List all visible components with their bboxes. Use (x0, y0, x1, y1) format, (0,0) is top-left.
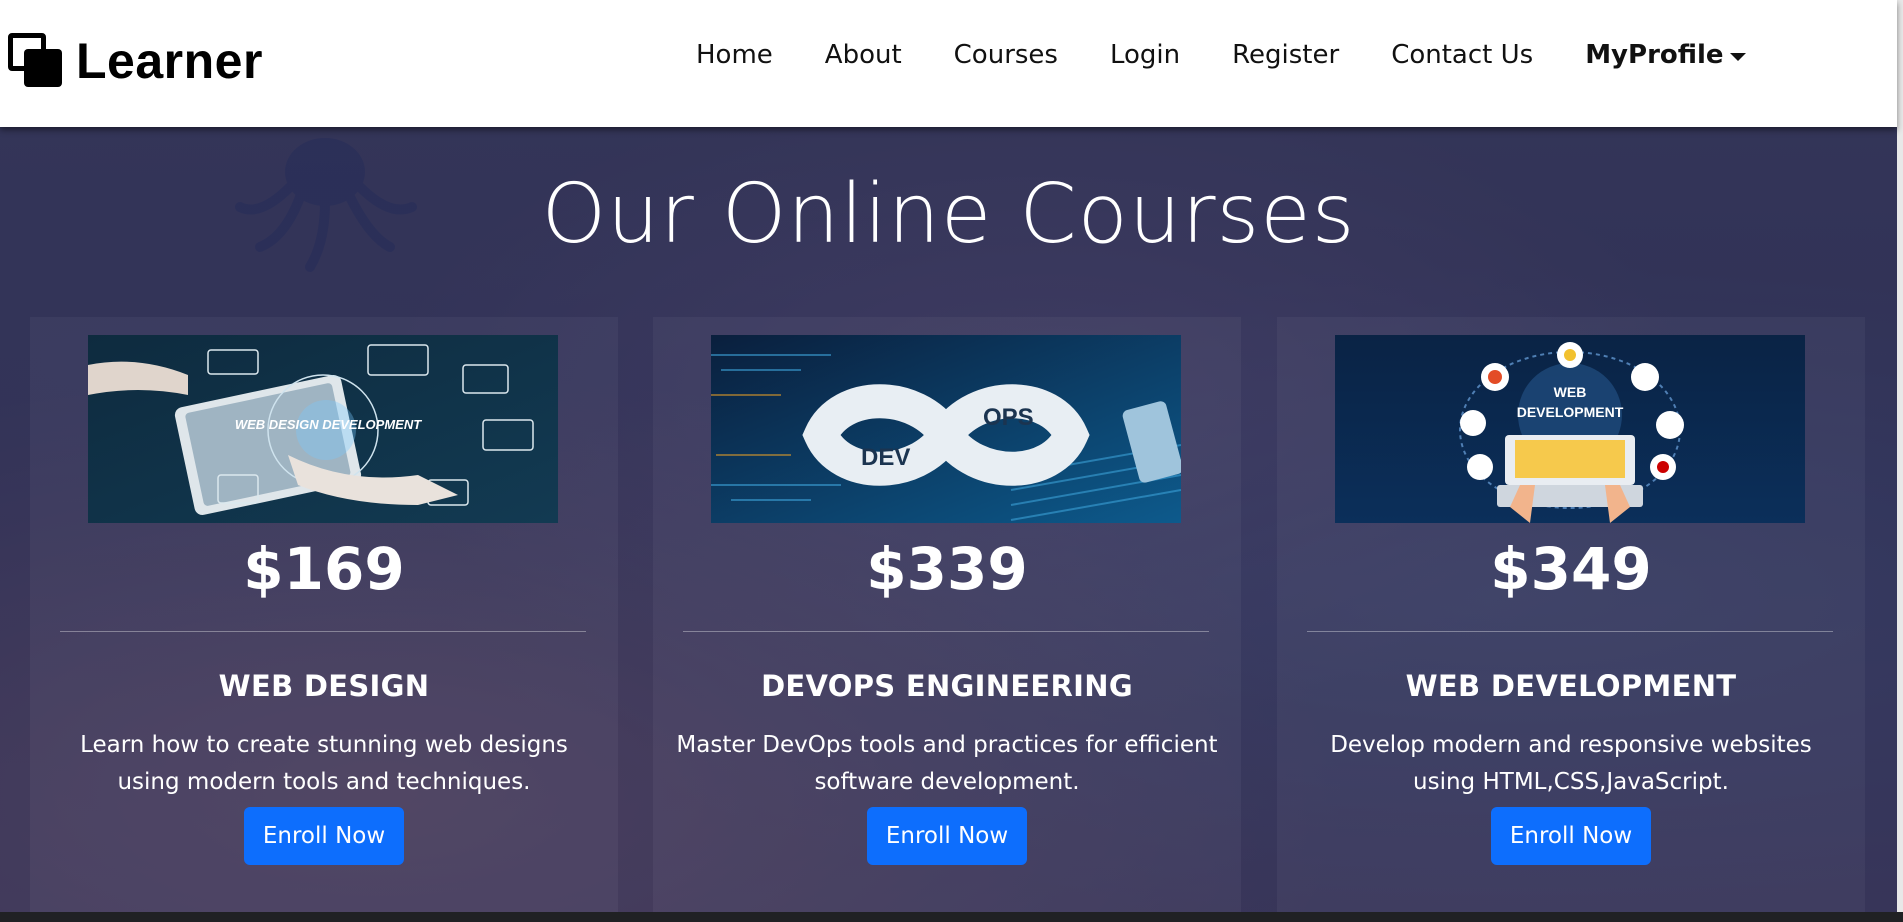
brand-name: Learner (76, 33, 263, 89)
course-title: DEVOPS ENGINEERING (761, 669, 1133, 703)
courses-hero: Our Online Courses WEB DESIGN DEVELOPMEN… (0, 127, 1897, 912)
my-profile-label: MyProfile (1585, 40, 1724, 70)
nav-link-courses[interactable]: Courses (954, 40, 1058, 70)
enroll-now-button[interactable]: Enroll Now (867, 807, 1027, 865)
nav-links: Home About Courses Login Register Contac… (660, 40, 1746, 70)
devops-image-text-right: OPS (983, 404, 1034, 431)
overlapping-squares-icon (8, 33, 64, 89)
nav-link-register[interactable]: Register (1232, 40, 1339, 70)
nav-link-contact-us[interactable]: Contact Us (1391, 40, 1533, 70)
enroll-now-button[interactable]: Enroll Now (244, 807, 404, 865)
window-edge (1897, 0, 1903, 912)
divider (1307, 631, 1833, 632)
course-description: Learn how to create stunning web designs… (80, 732, 568, 795)
navbar: Learner Home About Courses Login Registe… (0, 0, 1897, 127)
webdev-image-text-line2: DEVELOPMENT (1517, 404, 1624, 420)
course-price: $169 (243, 535, 405, 603)
brand-link[interactable]: Learner (8, 32, 263, 90)
course-image-web-development: WEB DEVELOPMENT (1335, 335, 1805, 523)
course-card-web-development: WEB DEVELOPMENT $349 WEB DEVELOPMENT Dev… (1277, 317, 1865, 912)
course-image-text: WEB DESIGN DEVELOPMENT (235, 417, 422, 432)
course-card-web-design: WEB DESIGN DEVELOPMENT $169 WEB DESIGN L… (30, 317, 618, 912)
divider (60, 631, 586, 632)
course-image-devops: DEV OPS (711, 335, 1181, 523)
caret-down-icon (1729, 53, 1746, 61)
course-title: WEB DESIGN (218, 669, 430, 703)
webdev-image-text-line1: WEB (1554, 384, 1587, 400)
page-title: Our Online Courses (541, 167, 1356, 262)
nav-link-about[interactable]: About (825, 40, 902, 70)
course-title: WEB DEVELOPMENT (1405, 669, 1737, 703)
course-price: $349 (1490, 535, 1652, 603)
course-card-devops: DEV OPS $339 DEVOPS ENGINEERING Master D… (653, 317, 1241, 912)
devops-image-text-left: DEV (861, 444, 910, 471)
taskbar-strip (0, 912, 1903, 922)
course-price: $339 (866, 535, 1028, 603)
my-profile-dropdown[interactable]: MyProfile (1585, 40, 1746, 70)
nav-link-login[interactable]: Login (1110, 40, 1180, 70)
enroll-now-button[interactable]: Enroll Now (1491, 807, 1651, 865)
nav-link-home[interactable]: Home (696, 40, 773, 70)
divider (683, 631, 1209, 632)
course-description: Master DevOps tools and practices for ef… (676, 732, 1218, 795)
course-description: Develop modern and responsive websites u… (1330, 732, 1812, 795)
course-image-web-design: WEB DESIGN DEVELOPMENT (88, 335, 558, 523)
